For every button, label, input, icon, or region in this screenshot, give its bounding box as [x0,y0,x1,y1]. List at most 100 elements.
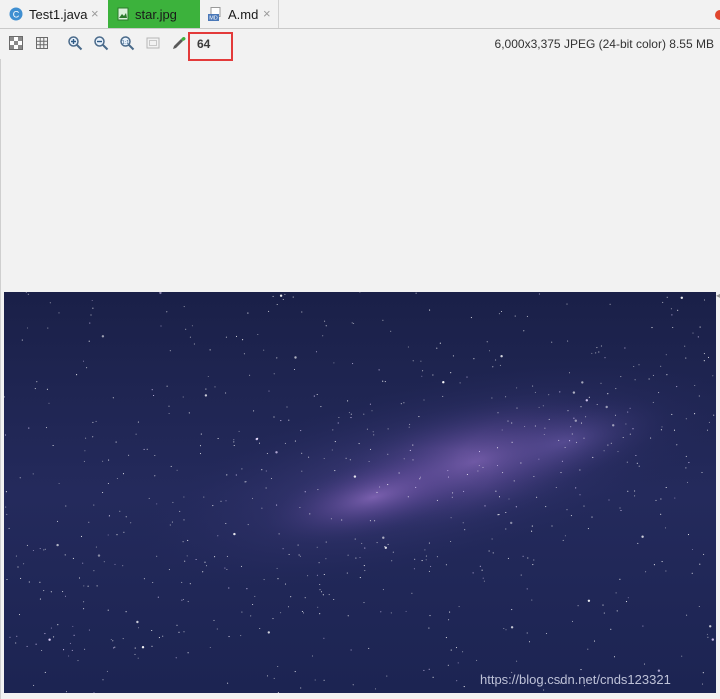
star-dot [658,392,660,394]
star-dot [615,592,617,594]
star-dot [44,633,46,635]
fit-zoom-icon[interactable] [145,35,161,51]
star-dot [613,656,616,658]
star-dot [674,497,676,499]
star-dot [600,382,602,384]
star-dot [642,625,644,627]
star-dot [534,391,536,393]
star-dot [534,425,536,427]
star-dot [515,506,517,508]
star-dot [349,459,351,461]
grid-icon[interactable] [34,35,50,51]
star-dot [151,645,153,647]
star-dot [160,325,162,327]
star-dot [20,577,22,579]
star-dot [531,599,533,601]
star-dot [561,460,563,462]
star-dot [428,627,430,629]
star-dot [114,563,116,565]
star-dot [90,314,92,316]
star-dot [65,505,67,507]
star-dot [368,647,370,649]
star-dot [498,514,500,516]
star-dot [376,542,378,544]
close-icon[interactable]: × [263,6,271,21]
star-dot [575,487,577,489]
star-dot [347,615,349,617]
star-dot [119,510,121,512]
star-dot [555,486,557,489]
starry-sky-image [4,292,716,693]
star-dot [600,345,602,347]
star-dot [250,615,252,617]
star-dot [195,558,197,561]
star-dot [143,448,145,450]
star-dot [116,477,118,480]
star-dot [587,599,591,602]
star-dot [17,566,19,568]
zoom-out-icon[interactable] [93,35,109,51]
star-dot [308,456,310,458]
star-dot [684,345,686,347]
close-icon[interactable]: × [91,6,99,21]
star-dot [548,394,550,396]
star-dot [409,423,411,425]
tab-a-md[interactable]: MD A.md × [201,0,279,28]
star-dot [350,413,352,415]
star-dot [187,539,189,541]
star-dot [4,396,6,398]
tab-test1-java[interactable]: C Test1.java × [2,0,106,28]
star-dot [287,606,290,608]
star-dot [316,393,318,396]
star-dot [528,641,531,643]
star-dot [447,476,450,478]
star-dot [265,470,267,472]
star-dot [176,624,178,626]
star-dot [412,459,414,461]
svg-text:C: C [13,10,20,20]
star-dot [372,431,374,433]
star-dot [47,327,49,329]
star-dot [497,412,499,414]
star-dot [293,368,296,371]
star-dot [544,427,546,429]
star-dot [382,536,385,539]
star-dot [347,554,349,556]
star-dot [522,555,524,557]
star-dot [324,320,326,322]
star-dot [331,449,333,451]
star-dot [279,294,283,297]
color-picker-icon[interactable] [171,35,187,51]
tab-star-jpg[interactable]: star.jpg [108,0,200,28]
star-dot [350,649,352,651]
tab-label: A.md [228,7,259,22]
star-dot [319,613,321,615]
star-dot [452,355,454,357]
star-dot [665,570,667,572]
star-dot [315,351,318,353]
star-dot [112,397,114,399]
star-dot [698,605,700,608]
star-dot [665,486,667,489]
star-dot [209,646,211,649]
star-dot [459,382,461,384]
star-dot [228,635,230,637]
star-dot [233,439,235,441]
star-dot [655,499,657,501]
star-dot [355,557,357,559]
star-dot [334,470,336,472]
star-dot [107,534,109,536]
star-dot [651,327,653,329]
star-dot [502,472,504,474]
star-dot [103,561,105,563]
star-dot [44,671,46,673]
star-dot [496,464,499,467]
zoom-in-icon[interactable] [67,35,83,51]
zoom-highlight-box [188,32,233,61]
star-dot [48,638,51,641]
star-dot [692,332,694,334]
star-dot [257,333,259,336]
chessboard-background-icon[interactable] [8,35,24,51]
actual-size-icon[interactable]: 1:1 [119,35,135,51]
star-dot [354,538,356,540]
